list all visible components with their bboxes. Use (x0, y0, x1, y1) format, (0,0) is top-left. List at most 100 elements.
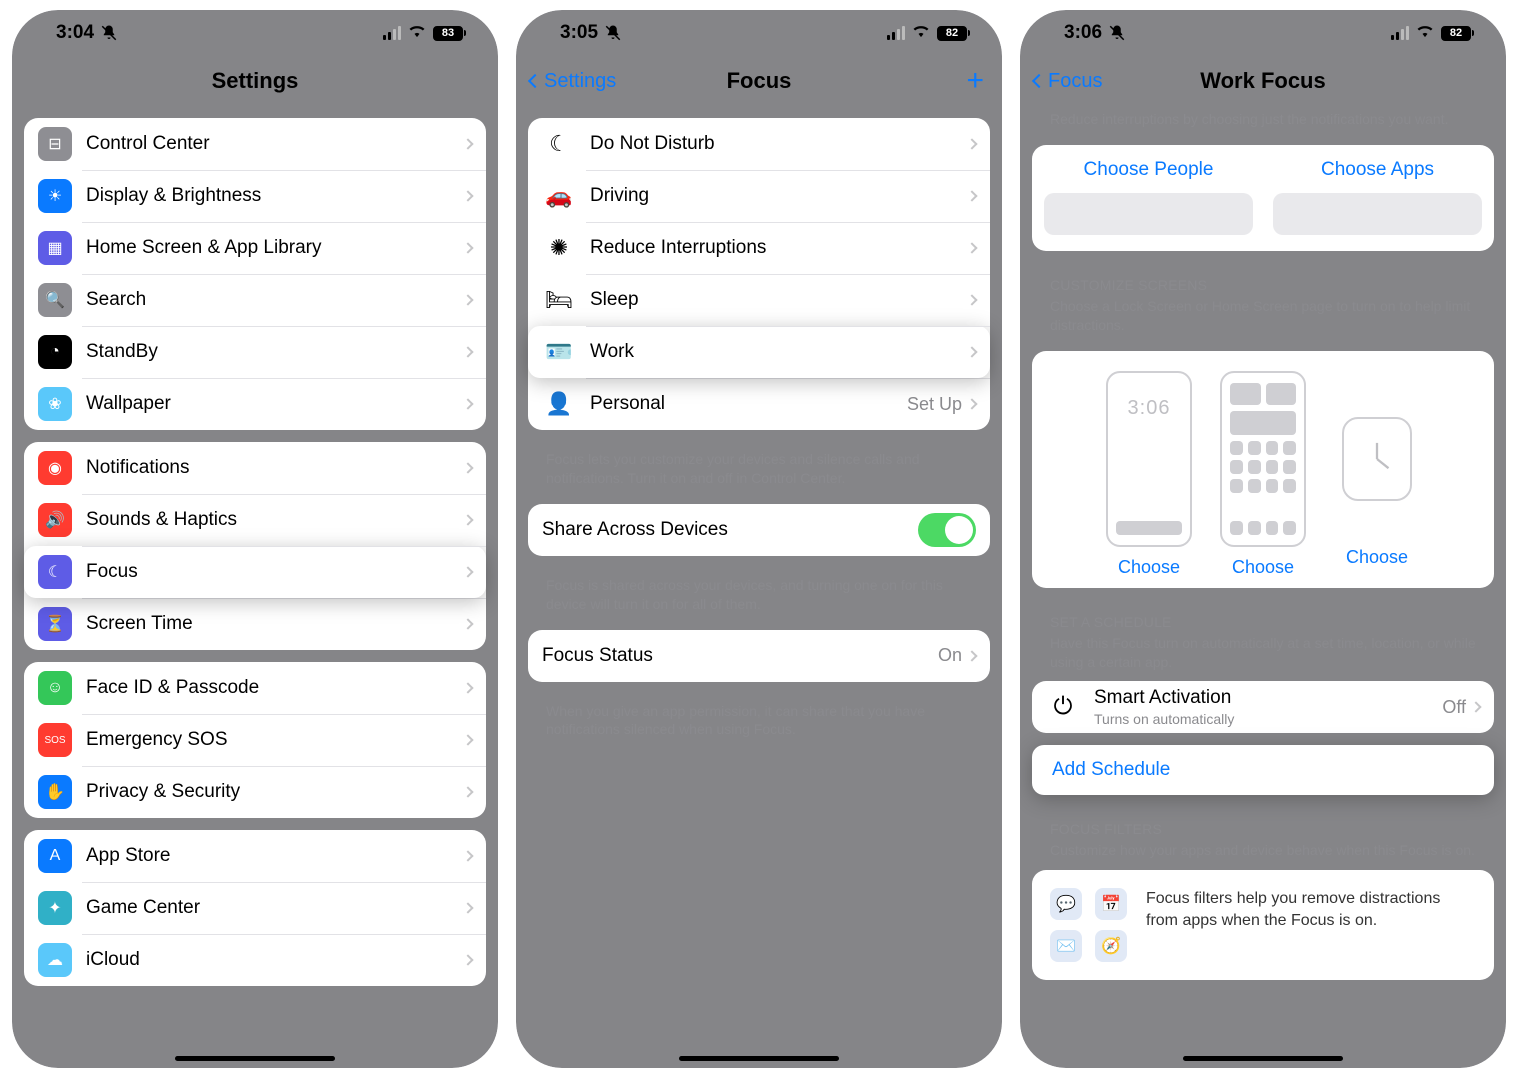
choose-lock-label: Choose (1106, 557, 1192, 578)
status-bar: 3:05 82 (516, 10, 1002, 56)
focus-label: Driving (590, 185, 968, 207)
page-title: Work Focus (1200, 68, 1326, 94)
settings-row-search[interactable]: 🔍 Search (24, 274, 486, 326)
chevron-right-icon (966, 650, 977, 661)
share-toggle[interactable] (918, 513, 976, 547)
chevron-right-icon (462, 618, 473, 629)
chevron-right-icon (462, 346, 473, 357)
chevron-right-icon (462, 398, 473, 409)
settings-row-sos[interactable]: SOS Emergency SOS (24, 714, 486, 766)
focus-row-dnd[interactable]: ☾ Do Not Disturb (528, 118, 990, 170)
settings-label: Focus (86, 561, 464, 583)
chevron-right-icon (966, 190, 977, 201)
reduce-icon: ✺ (542, 231, 576, 265)
settings-row-control-center[interactable]: ⊟ Control Center (24, 118, 486, 170)
smart-activation-label: Smart Activation Turns on automatically (1094, 687, 1442, 727)
wifi-icon (407, 23, 427, 43)
focus-modes-footer: Focus lets you customize your devices an… (528, 442, 990, 492)
clock: 3:04 (56, 22, 94, 44)
share-group: Share Across Devices (528, 504, 990, 556)
choose-apps-button[interactable]: Choose Apps (1273, 159, 1482, 181)
focus-status-footer: When you give an app permission, it can … (528, 694, 990, 744)
settings-list[interactable]: ⊟ Control Center ☀ Display & Brightness … (12, 106, 498, 1068)
share-across-devices-row[interactable]: Share Across Devices (528, 504, 990, 556)
silent-icon (100, 24, 118, 42)
choose-people-button[interactable]: Choose People (1044, 159, 1253, 181)
status-bar: 3:06 82 (1020, 10, 1506, 56)
silent-icon (604, 24, 622, 42)
calendar-icon: 📅 (1095, 888, 1127, 920)
lock-screen-thumb[interactable]: 3:06 Choose (1106, 371, 1192, 578)
sounds-icon: 🔊 (38, 503, 72, 537)
settings-row-focus[interactable]: ☾ Focus (24, 546, 486, 598)
focus-row-driving[interactable]: 🚗 Driving (528, 170, 990, 222)
clock: 3:06 (1064, 22, 1102, 44)
filters-card[interactable]: 💬 📅 ✉️ 🧭 Focus filters help you remove d… (1032, 870, 1494, 980)
settings-row-wallpaper[interactable]: ❀ Wallpaper (24, 378, 486, 430)
choose-watch-label: Choose (1334, 547, 1420, 568)
apps-placeholder[interactable] (1273, 193, 1482, 235)
page-title: Settings (212, 68, 299, 94)
smart-activation-value: Off (1442, 697, 1466, 718)
settings-row-notifications[interactable]: ◉ Notifications (24, 442, 486, 494)
home-screen-thumb[interactable]: Choose (1220, 371, 1306, 578)
focus-content[interactable]: ☾ Do Not Disturb 🚗 Driving ✺ Reduce Inte… (516, 106, 1002, 1068)
smart-activation-row[interactable]: ⏻ Smart Activation Turns on automaticall… (1032, 681, 1494, 733)
settings-row-faceid[interactable]: ☺ Face ID & Passcode (24, 662, 486, 714)
home-indicator[interactable] (1183, 1056, 1343, 1061)
back-button[interactable]: Focus (1034, 70, 1102, 93)
back-button[interactable]: Settings (530, 70, 616, 93)
focus-label: Personal (590, 393, 907, 415)
chevron-right-icon (462, 734, 473, 745)
add-focus-button[interactable]: + (966, 64, 984, 98)
search-icon: 🔍 (38, 283, 72, 317)
chevron-right-icon (462, 190, 473, 201)
work-focus-content[interactable]: Reduce interruptions by choosing just th… (1020, 106, 1506, 1068)
settings-row-gamecenter[interactable]: ✦ Game Center (24, 882, 486, 934)
focus-status-value: On (938, 645, 962, 666)
home-indicator[interactable] (679, 1056, 839, 1061)
focus-label: Work (590, 341, 968, 363)
battery-icon: 82 (937, 26, 970, 41)
focus-row-sleep[interactable]: 🛏 Sleep (528, 274, 990, 326)
thumb-clock: 3:06 (1116, 383, 1182, 420)
settings-row-home-screen[interactable]: ▦ Home Screen & App Library (24, 222, 486, 274)
settings-row-standby[interactable]: ◔ StandBy (24, 326, 486, 378)
cellular-icon (1391, 26, 1409, 40)
choose-home-label: Choose (1220, 557, 1306, 578)
schedule-sub: Have this Focus turn on automatically at… (1032, 634, 1494, 676)
home-indicator[interactable] (175, 1056, 335, 1061)
settings-row-privacy[interactable]: ✋ Privacy & Security (24, 766, 486, 818)
focus-row-reduce[interactable]: ✺ Reduce Interruptions (528, 222, 990, 274)
mail-icon: ✉️ (1050, 930, 1082, 962)
dnd-icon: ☾ (542, 127, 576, 161)
silent-icon (1108, 24, 1126, 42)
settings-group: ☺ Face ID & Passcode SOS Emergency SOS ✋… (24, 662, 486, 818)
filters-text: Focus filters help you remove distractio… (1146, 888, 1476, 962)
wallpaper-icon: ❀ (38, 387, 72, 421)
chevron-right-icon (462, 242, 473, 253)
sleep-icon: 🛏 (542, 283, 576, 317)
focus-row-work[interactable]: 🪪 Work (528, 326, 990, 378)
display-icon: ☀ (38, 179, 72, 213)
settings-row-display[interactable]: ☀ Display & Brightness (24, 170, 486, 222)
people-placeholder[interactable] (1044, 193, 1253, 235)
settings-label: Display & Brightness (86, 185, 464, 207)
chevron-right-icon (966, 346, 977, 357)
focus-row-personal[interactable]: 👤 Personal Set Up (528, 378, 990, 430)
sos-icon: SOS (38, 723, 72, 757)
settings-row-screen-time[interactable]: ⏳ Screen Time (24, 598, 486, 650)
focus-status-row[interactable]: Focus Status On (528, 630, 990, 682)
add-schedule-button[interactable]: Add Schedule (1032, 745, 1494, 795)
settings-row-appstore[interactable]: A App Store (24, 830, 486, 882)
personal-icon: 👤 (542, 387, 576, 421)
navbar: Settings Focus + (516, 56, 1002, 106)
schedule-group: ⏻ Smart Activation Turns on automaticall… (1032, 681, 1494, 733)
privacy-icon: ✋ (38, 775, 72, 809)
screens-group: 3:06 Choose Choose Choose (1032, 351, 1494, 588)
settings-row-icloud[interactable]: ☁ iCloud (24, 934, 486, 986)
chevron-right-icon (462, 786, 473, 797)
settings-row-sounds[interactable]: 🔊 Sounds & Haptics (24, 494, 486, 546)
settings-label: Search (86, 289, 464, 311)
watch-thumb[interactable]: Choose (1334, 371, 1420, 578)
